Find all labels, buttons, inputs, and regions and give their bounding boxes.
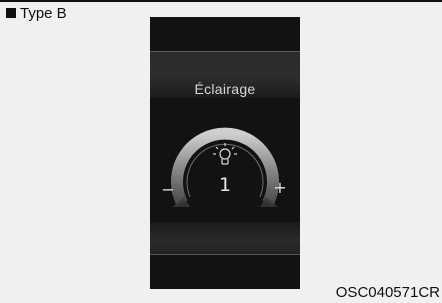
figure-code: OSC040571CR [335,284,440,301]
figure-frame: Type B Éclairage − + 1 OSC040571CR [0,0,442,303]
type-label-text: Type B [20,5,67,22]
type-heading: Type B [6,5,67,23]
top-divider [0,0,442,2]
brightness-level: 1 [218,174,232,196]
square-bullet-icon [6,8,16,18]
brightness-gauge: − + [161,127,287,207]
illumination-bulb-icon [213,143,237,165]
cluster-display: Éclairage − + 1 [150,17,300,289]
